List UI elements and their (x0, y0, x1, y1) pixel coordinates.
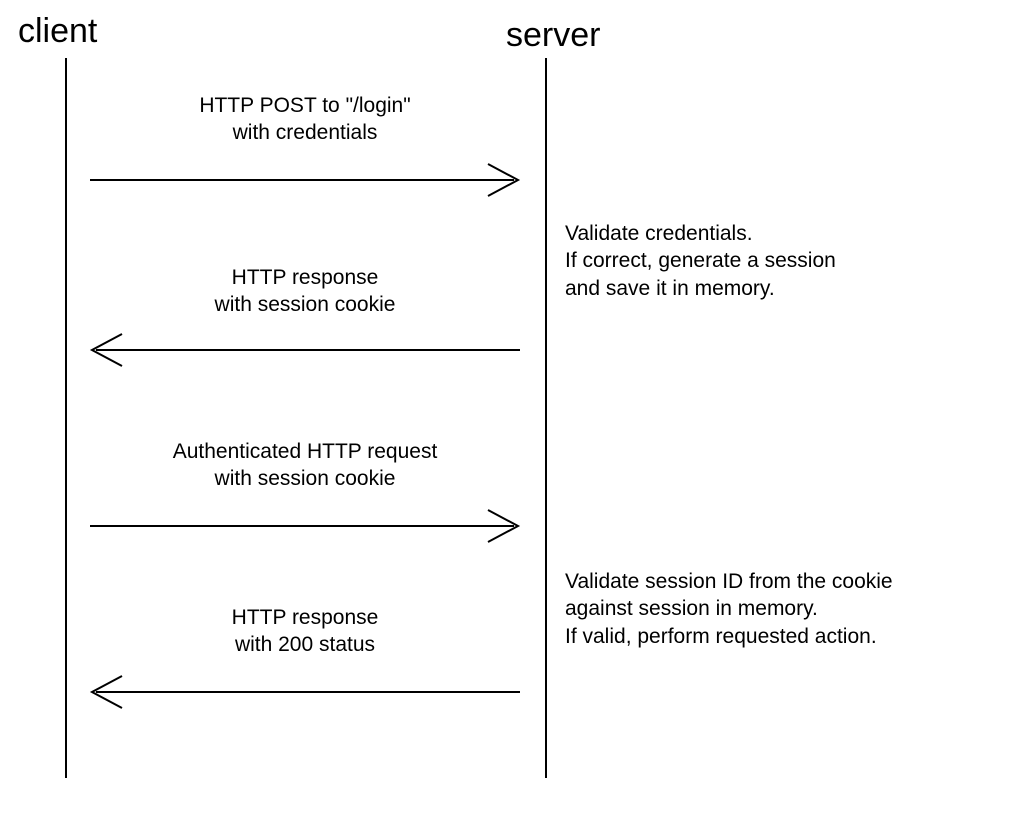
actor-server-label: server (506, 16, 600, 55)
client-lifeline (65, 58, 67, 778)
arrow-right-2 (90, 506, 520, 546)
msg2-line2: with session cookie (215, 293, 396, 316)
msg4-line2: with 200 status (235, 633, 375, 656)
arrow-right-1 (90, 160, 520, 200)
note2-line1: Validate session ID from the cookie (565, 570, 893, 593)
note2: Validate session ID from the cookie agai… (565, 568, 893, 650)
server-lifeline (545, 58, 547, 778)
note2-line3: If valid, perform requested action. (565, 625, 877, 648)
arrow-left-1 (90, 330, 520, 370)
note1-line2: If correct, generate a session (565, 249, 836, 272)
msg3-line2: with session cookie (215, 467, 396, 490)
msg2-label: HTTP response with session cookie (95, 264, 515, 319)
actor-client-label: client (18, 12, 97, 51)
msg2-line1: HTTP response (232, 266, 379, 289)
msg3-line1: Authenticated HTTP request (173, 440, 438, 463)
note1: Validate credentials. If correct, genera… (565, 220, 836, 302)
sequence-diagram: client server HTTP POST to "/login" with… (0, 0, 1024, 832)
msg1-label: HTTP POST to "/login" with credentials (95, 92, 515, 147)
msg4-line1: HTTP response (232, 606, 379, 629)
note2-line2: against session in memory. (565, 597, 818, 620)
note1-line3: and save it in memory. (565, 277, 775, 300)
note1-line1: Validate credentials. (565, 222, 753, 245)
msg4-label: HTTP response with 200 status (95, 604, 515, 659)
msg3-label: Authenticated HTTP request with session … (95, 438, 515, 493)
arrow-left-2 (90, 672, 520, 712)
msg1-line2: with credentials (233, 121, 378, 144)
msg1-line1: HTTP POST to "/login" (199, 94, 410, 117)
